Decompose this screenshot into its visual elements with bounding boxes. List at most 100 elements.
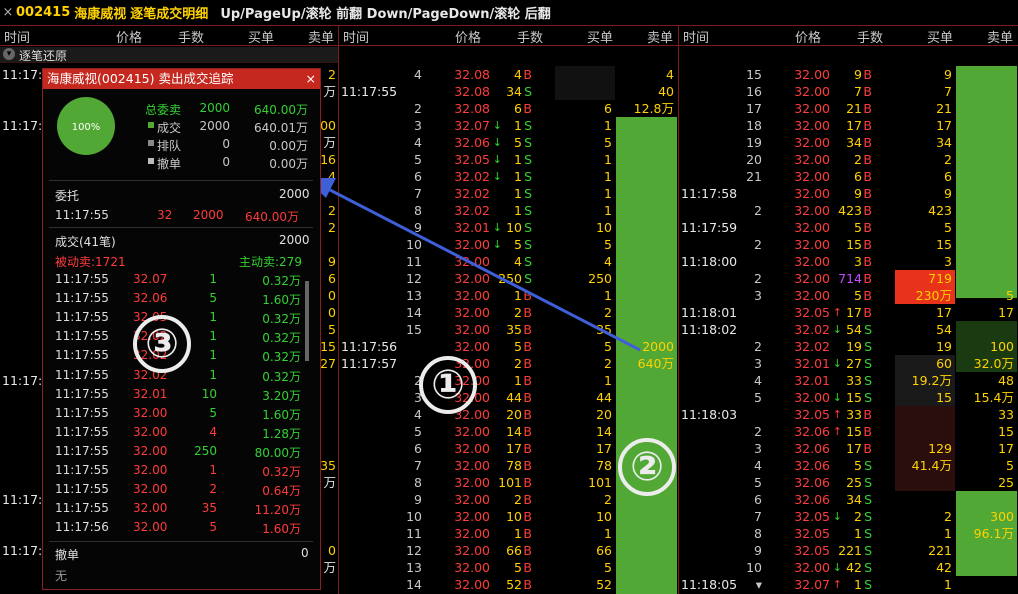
trade-row: 11:17:55 32.00 5 1.60万: [43, 406, 313, 424]
trade-amount: 1.60万: [262, 407, 301, 422]
trade-price: 32.00: [133, 443, 168, 458]
summary-amount: 0.00万: [269, 157, 308, 171]
trade-volume: 5: [209, 520, 217, 535]
trade-time: 11:17:55: [55, 367, 109, 382]
trade-amount: 0.32万: [262, 274, 301, 288]
trade-row: 11:17:55 32.00 1 0.32万: [43, 463, 313, 481]
trade-volume: 1: [209, 272, 217, 286]
trade-volume: 4: [209, 424, 217, 439]
order-total: 2000: [279, 187, 310, 201]
trade-time: 11:17:55: [55, 443, 109, 458]
trade-volume: 1: [209, 367, 217, 382]
trade-volume: 5: [209, 405, 217, 420]
trade-price: 32.00: [133, 501, 168, 516]
trade-price: 32.00: [133, 482, 168, 497]
trade-amount: 0.32万: [262, 369, 301, 384]
divider: [49, 180, 313, 181]
legend-square-icon: [148, 122, 154, 128]
trade-price: 32.00: [133, 463, 168, 477]
legend-square-icon: [148, 140, 154, 146]
trade-row: 11:17:55 32.06 5 1.60万: [43, 291, 313, 309]
trade-volume: 10: [201, 386, 217, 401]
trade-time: 11:17:55: [55, 405, 109, 420]
scrollbar-thumb[interactable]: [305, 281, 309, 361]
trade-amount: 1.28万: [262, 426, 301, 441]
order-section-label: 委托: [55, 189, 80, 203]
trade-price: 32.00: [133, 424, 168, 439]
trade-volume: 35: [201, 501, 217, 516]
trade-row: 11:17:55 32.00 250 80.00万: [43, 444, 313, 462]
trade-time: 11:17:55: [55, 482, 109, 497]
trade-time: 11:17:55: [55, 310, 109, 325]
trade-time: 11:17:55: [55, 348, 109, 363]
order-amount: 640.00万: [245, 210, 299, 224]
trade-amount: 3.20万: [262, 388, 301, 403]
summary-count: 2000: [199, 101, 230, 115]
trade-price: 32.06: [133, 291, 168, 306]
summary-label: 总委卖: [145, 103, 182, 117]
trade-amount: 11.20万: [254, 503, 301, 518]
trade-time: 11:17:56: [55, 520, 109, 535]
trade-volume: 5: [209, 291, 217, 306]
trade-time: 11:17:55: [55, 329, 109, 344]
trade-amount: 0.32万: [262, 465, 301, 479]
trade-time: 11:17:55: [55, 463, 109, 477]
annotation-circle-3: ③: [133, 315, 191, 373]
trade-price: 32.01: [133, 386, 168, 401]
summary-label: 撤单: [157, 157, 182, 171]
trade-time: 11:17:55: [55, 424, 109, 439]
trade-section-label: 成交(41笔): [55, 235, 116, 249]
divider: [49, 227, 313, 228]
summary-amount: 640.01万: [254, 121, 308, 135]
trade-volume: 1: [209, 310, 217, 325]
trade-row: 11:17:55 32.02 1 0.32万: [43, 368, 313, 386]
trade-amount: 0.32万: [262, 350, 301, 365]
pie-percent-label: 100%: [72, 122, 101, 133]
fill-pie-chart: 100%: [57, 97, 115, 155]
trade-row: 11:17:55 32.01 10 3.20万: [43, 387, 313, 405]
popup-close-icon[interactable]: ×: [306, 69, 316, 89]
trade-time: 11:17:55: [55, 386, 109, 401]
trade-row: 11:17:55 32.00 35 11.20万: [43, 501, 313, 519]
trade-amount: 0.64万: [262, 484, 301, 499]
summary-label: 成交: [157, 121, 182, 135]
trade-volume: 250: [194, 443, 217, 458]
passive-sell-label: 被动卖:1721: [55, 255, 126, 269]
legend-square-icon: [148, 158, 154, 164]
trade-price: 32.00: [133, 520, 168, 535]
cancel-total: 0: [301, 546, 309, 560]
trade-time: 11:17:55: [55, 291, 109, 306]
trade-price: 32.00: [133, 405, 168, 420]
trade-time: 11:17:55: [55, 501, 109, 516]
active-sell-label: 主动卖:279: [239, 255, 302, 269]
trade-amount: 0.32万: [262, 312, 301, 327]
order-volume: 2000: [193, 208, 224, 222]
trade-time: 11:17:55: [55, 272, 109, 286]
summary-amount: 0.00万: [269, 139, 308, 153]
popup-title: 海康威视(002415) 卖出成交追踪: [47, 71, 234, 86]
trade-total: 2000: [279, 233, 310, 247]
summary-amount: 640.00万: [254, 103, 308, 117]
cancel-section-label: 撤单: [55, 548, 80, 562]
divider: [49, 541, 313, 542]
summary-label: 排队: [157, 139, 182, 153]
app-window: × 002415 海康威视 逐笔成交明细 Up/PageUp/滚轮 前翻 Dow…: [0, 0, 1018, 594]
trade-volume: 2: [209, 482, 217, 497]
trade-row: 11:17:55 32.07 1 0.32万: [43, 272, 313, 290]
trade-row: 11:17:55 32.00 2 0.64万: [43, 482, 313, 500]
annotation-circle-2: ②: [618, 438, 676, 496]
summary-count: 2000: [199, 119, 230, 133]
cancel-none: 无: [55, 569, 68, 583]
trade-amount: 1.60万: [262, 522, 301, 537]
trade-volume: 1: [209, 329, 217, 344]
summary-count: 0: [222, 155, 230, 169]
trade-amount: 80.00万: [254, 445, 301, 460]
trade-amount: 1.60万: [262, 293, 301, 308]
trade-row: 11:17:56 32.00 5 1.60万: [43, 520, 313, 538]
trade-volume: 1: [209, 463, 217, 477]
summary-count: 0: [222, 137, 230, 151]
annotation-circle-1: ①: [419, 356, 477, 414]
popup-header[interactable]: 海康威视(002415) 卖出成交追踪 ×: [43, 69, 320, 89]
trade-row: 11:17:55 32.00 4 1.28万: [43, 425, 313, 443]
trade-price: 32.07: [133, 272, 168, 286]
